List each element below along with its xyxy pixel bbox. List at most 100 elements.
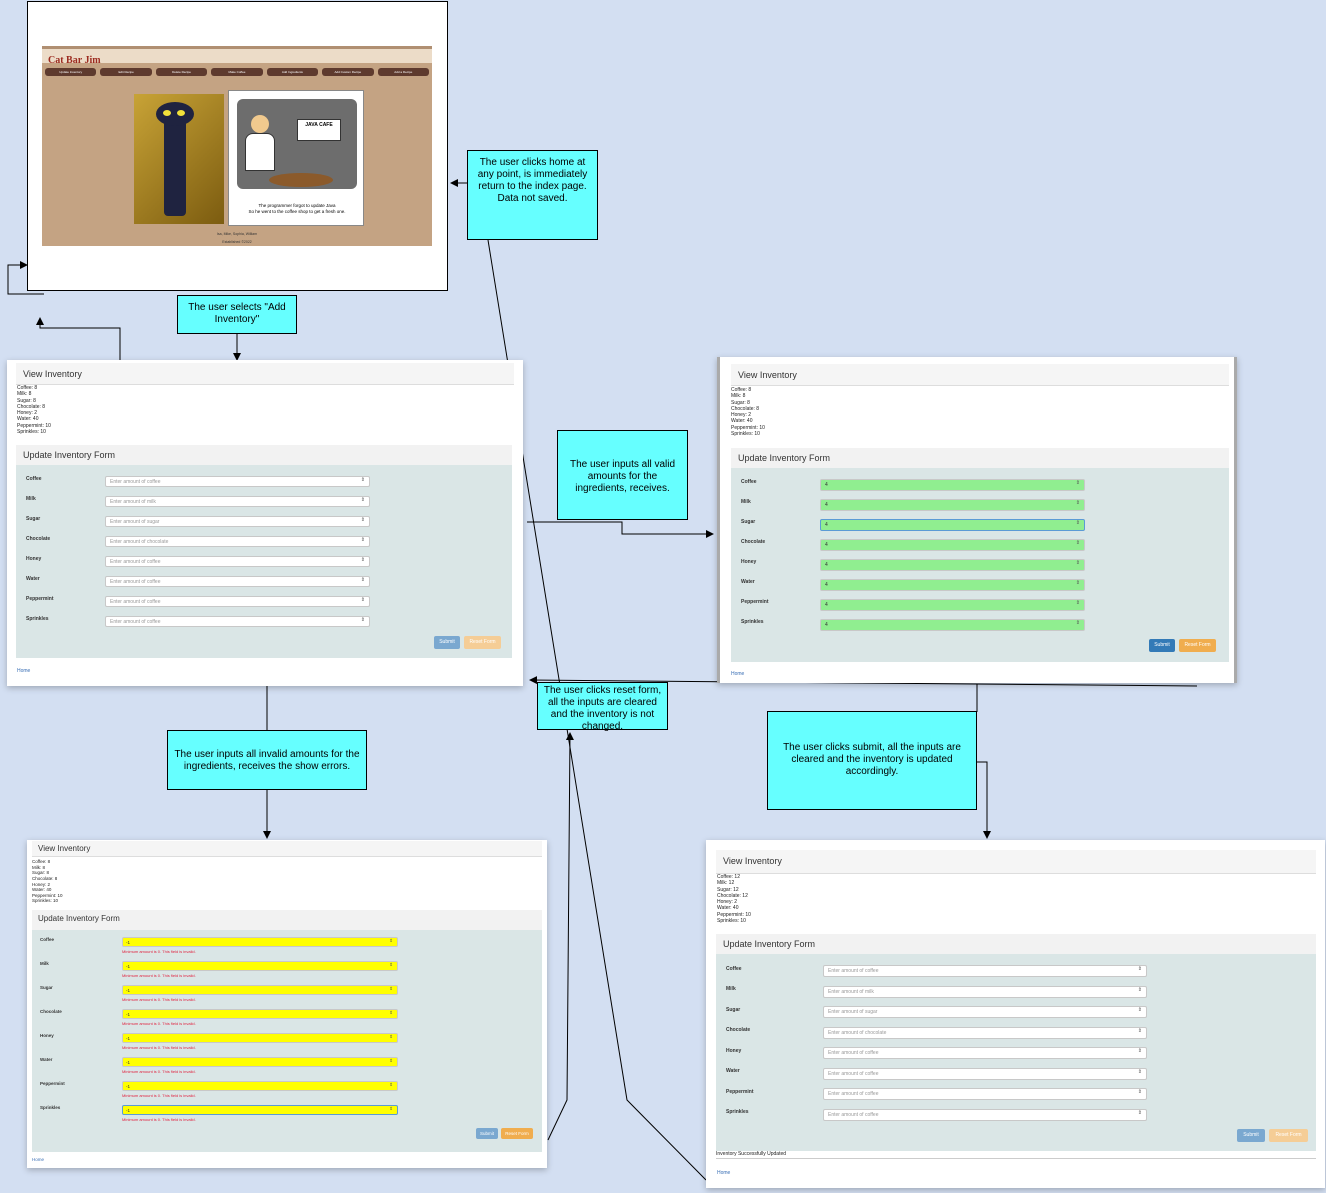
view-inventory-title: View Inventory xyxy=(731,364,1229,386)
coffee-input[interactable]: 4 ⇕ xyxy=(820,479,1085,491)
peppermint-input[interactable]: Enter amount of coffee ⇕ xyxy=(105,596,370,607)
submit-button[interactable]: Submit xyxy=(476,1128,498,1139)
submit-button[interactable]: Submit xyxy=(1237,1129,1265,1142)
water-input[interactable]: Enter amount of coffee ⇕ xyxy=(105,576,370,587)
milk-input[interactable]: 4 ⇕ xyxy=(820,499,1085,511)
sugar-input[interactable]: -1 ⇕ xyxy=(122,985,398,995)
milk-error: Minimum amount is 0. This field is inval… xyxy=(122,973,196,978)
index-nav: Update Inventory Edit Recipe Delete Reci… xyxy=(45,68,429,76)
callout-invalid: The user inputs all invalid amounts for … xyxy=(167,730,367,790)
form-screenshot-valid: View Inventory Coffee: 8 Milk: 8 Sugar: 8C… xyxy=(717,357,1237,683)
milk-input[interactable]: Enter amount of milk ⇕ xyxy=(105,496,370,507)
coffee-input[interactable]: -1 ⇕ xyxy=(122,937,398,947)
sprinkles-error: Minimum amount is 0. This field is inval… xyxy=(122,1117,196,1122)
view-inventory-title: View Inventory xyxy=(716,850,1316,874)
water-input[interactable]: 4 ⇕ xyxy=(820,579,1085,591)
update-form-title: Update Inventory Form xyxy=(16,445,512,465)
sugar-error: Minimum amount is 0. This field is inval… xyxy=(122,997,196,1002)
reset-button[interactable]: Reset Form xyxy=(501,1128,533,1139)
sugar-input[interactable]: Enter amount of sugar ⇕ xyxy=(823,1006,1147,1018)
inventory-list: Coffee: 12 Milk: 12 Sugar: 12 Chocolate: 12… xyxy=(717,874,751,924)
submit-button[interactable]: Submit xyxy=(434,636,460,649)
home-link[interactable]: Home xyxy=(731,671,744,677)
update-form-title: Update Inventory Form xyxy=(716,934,1316,954)
update-form-title: Update Inventory Form xyxy=(32,910,542,930)
home-link[interactable]: Home xyxy=(32,1157,44,1162)
callout-home: The user clicks home at any point, is im… xyxy=(467,150,598,240)
sugar-input[interactable]: 4 ⇕ xyxy=(820,519,1085,531)
java-cafe-cartoon: JAVA CAFE The programmer forgot to updat… xyxy=(228,90,364,226)
update-form-title: Update Inventory Form xyxy=(731,448,1229,468)
chocolate-input[interactable]: Enter amount of chocolate ⇕ xyxy=(105,536,370,547)
java-cafe-sign: JAVA CAFE xyxy=(297,119,341,141)
view-inventory-title: View Inventory xyxy=(32,841,542,857)
update-form: Coffee 4 ⇕ Milk 4 ⇕ Sugar 4 ⇕ Chocolate 4 ⇕ … xyxy=(731,468,1229,662)
update-form: Coffee -1 ⇕ Minimum amount is 0. This fie… xyxy=(32,930,542,1152)
peppermint-input[interactable]: Enter amount of coffee ⇕ xyxy=(823,1088,1147,1100)
index-authors: Isa, Mike, Sophia, William xyxy=(216,232,258,236)
coffee-input[interactable]: Enter amount of coffee ⇕ xyxy=(105,476,370,487)
index-header: Cat Bar Jim xyxy=(42,46,432,66)
arrow-invalid-reset xyxy=(547,732,574,1141)
coffee-input[interactable]: Enter amount of coffee ⇕ xyxy=(823,965,1147,977)
success-message: Inventory Successfully Updated xyxy=(716,1151,1316,1159)
peppermint-input[interactable]: -1 ⇕ xyxy=(122,1081,398,1091)
chocolate-input[interactable]: 4 ⇕ xyxy=(820,539,1085,551)
nav-update-inventory[interactable]: Update Inventory xyxy=(45,68,97,76)
inventory-list: Coffee: 8 Milk: 8 Sugar: 8 Chocolate: 8 Hone… xyxy=(17,385,51,435)
arrow-valid xyxy=(527,521,714,538)
callout-submit: The user clicks submit, all the inputs a… xyxy=(767,711,977,810)
water-input[interactable]: -1 ⇕ xyxy=(122,1057,398,1067)
nav-add-custom-recipe[interactable]: Add Custom Recipe xyxy=(322,68,374,76)
sprinkles-input[interactable]: 4 ⇕ xyxy=(820,619,1085,631)
arrow-form-home-loop xyxy=(36,317,121,360)
honey-input[interactable]: -1 ⇕ xyxy=(122,1033,398,1043)
inventory-list: Coffee: 8 Milk: 8 Sugar: 8 Chocolate: 8 Hone… xyxy=(32,859,63,904)
view-inventory-title: View Inventory xyxy=(16,363,514,385)
peppermint-error: Minimum amount is 0. This field is inval… xyxy=(122,1093,196,1098)
inventory-list: Coffee: 8 Milk: 8 Sugar: 8 Chocolate: 8 Hone… xyxy=(731,387,765,437)
form-screenshot-initial: View Inventory Coffee: 8 Milk: 8 Sugar: 8C… xyxy=(7,360,523,686)
honey-input[interactable]: Enter amount of coffee ⇕ xyxy=(823,1047,1147,1059)
reset-button[interactable]: Reset Form xyxy=(464,636,501,649)
nav-add-recipe[interactable]: Add a Recipe xyxy=(377,68,429,76)
sugar-input[interactable]: Enter amount of sugar ⇕ xyxy=(105,516,370,527)
water-input[interactable]: Enter amount of coffee ⇕ xyxy=(823,1068,1147,1080)
milk-input[interactable]: Enter amount of milk ⇕ xyxy=(823,986,1147,998)
nav-edit-recipe[interactable]: Edit Recipe xyxy=(100,68,152,76)
home-link[interactable]: Home xyxy=(17,668,30,674)
site-title: Cat Bar Jim xyxy=(48,55,101,66)
sprinkles-input[interactable]: -1 ⇕ xyxy=(122,1105,398,1115)
nav-delete-recipe[interactable]: Delete Recipe xyxy=(155,68,208,76)
reset-button[interactable]: Reset Form xyxy=(1269,1129,1308,1142)
peppermint-input[interactable]: 4 ⇕ xyxy=(820,599,1085,611)
sprinkles-input[interactable]: Enter amount of coffee ⇕ xyxy=(105,616,370,627)
honey-error: Minimum amount is 0. This field is inval… xyxy=(122,1045,196,1050)
nav-add-ingredients[interactable]: Add Ingredients xyxy=(266,68,319,76)
update-form: Coffee Enter amount of coffee ⇕ Milk Ente… xyxy=(16,465,512,658)
index-established: Established ©2022 xyxy=(222,240,252,244)
index-page-screenshot: Cat Bar Jim Update Inventory Edit Recipe… xyxy=(27,1,448,291)
chocolate-input[interactable]: Enter amount of chocolate ⇕ xyxy=(823,1027,1147,1039)
home-link[interactable]: Home xyxy=(717,1170,730,1176)
honey-input[interactable]: Enter amount of coffee ⇕ xyxy=(105,556,370,567)
chocolate-input[interactable]: -1 ⇕ xyxy=(122,1009,398,1019)
cartoon-caption: The programmer forgot to update Java So … xyxy=(248,203,346,214)
update-form: Coffee Enter amount of coffee ⇕ Milk Ente… xyxy=(716,954,1316,1151)
form-screenshot-success: View Inventory Coffee: 12 Milk: 12 Sugar: … xyxy=(706,840,1325,1188)
coffee-error: Minimum amount is 0. This field is inval… xyxy=(122,949,196,954)
form-screenshot-invalid: View Inventory Coffee: 8 Milk: 8 Sugar: 8C… xyxy=(27,840,547,1168)
reset-button[interactable]: Reset Form xyxy=(1179,639,1216,652)
cat-image xyxy=(134,94,224,224)
callout-reset: The user clicks reset form, all the inpu… xyxy=(537,682,668,732)
honey-input[interactable]: 4 ⇕ xyxy=(820,559,1085,571)
callout-valid: The user inputs all valid amounts for th… xyxy=(557,430,688,520)
sprinkles-input[interactable]: Enter amount of coffee ⇕ xyxy=(823,1109,1147,1121)
submit-button[interactable]: Submit xyxy=(1149,639,1175,652)
chocolate-error: Minimum amount is 0. This field is inval… xyxy=(122,1021,196,1026)
milk-input[interactable]: -1 ⇕ xyxy=(122,961,398,971)
water-error: Minimum amount is 0. This field is inval… xyxy=(122,1069,196,1074)
nav-make-coffee[interactable]: Make Coffee xyxy=(211,68,263,76)
index-page: Cat Bar Jim Update Inventory Edit Recipe… xyxy=(42,46,432,246)
arrow-submit xyxy=(977,761,991,839)
